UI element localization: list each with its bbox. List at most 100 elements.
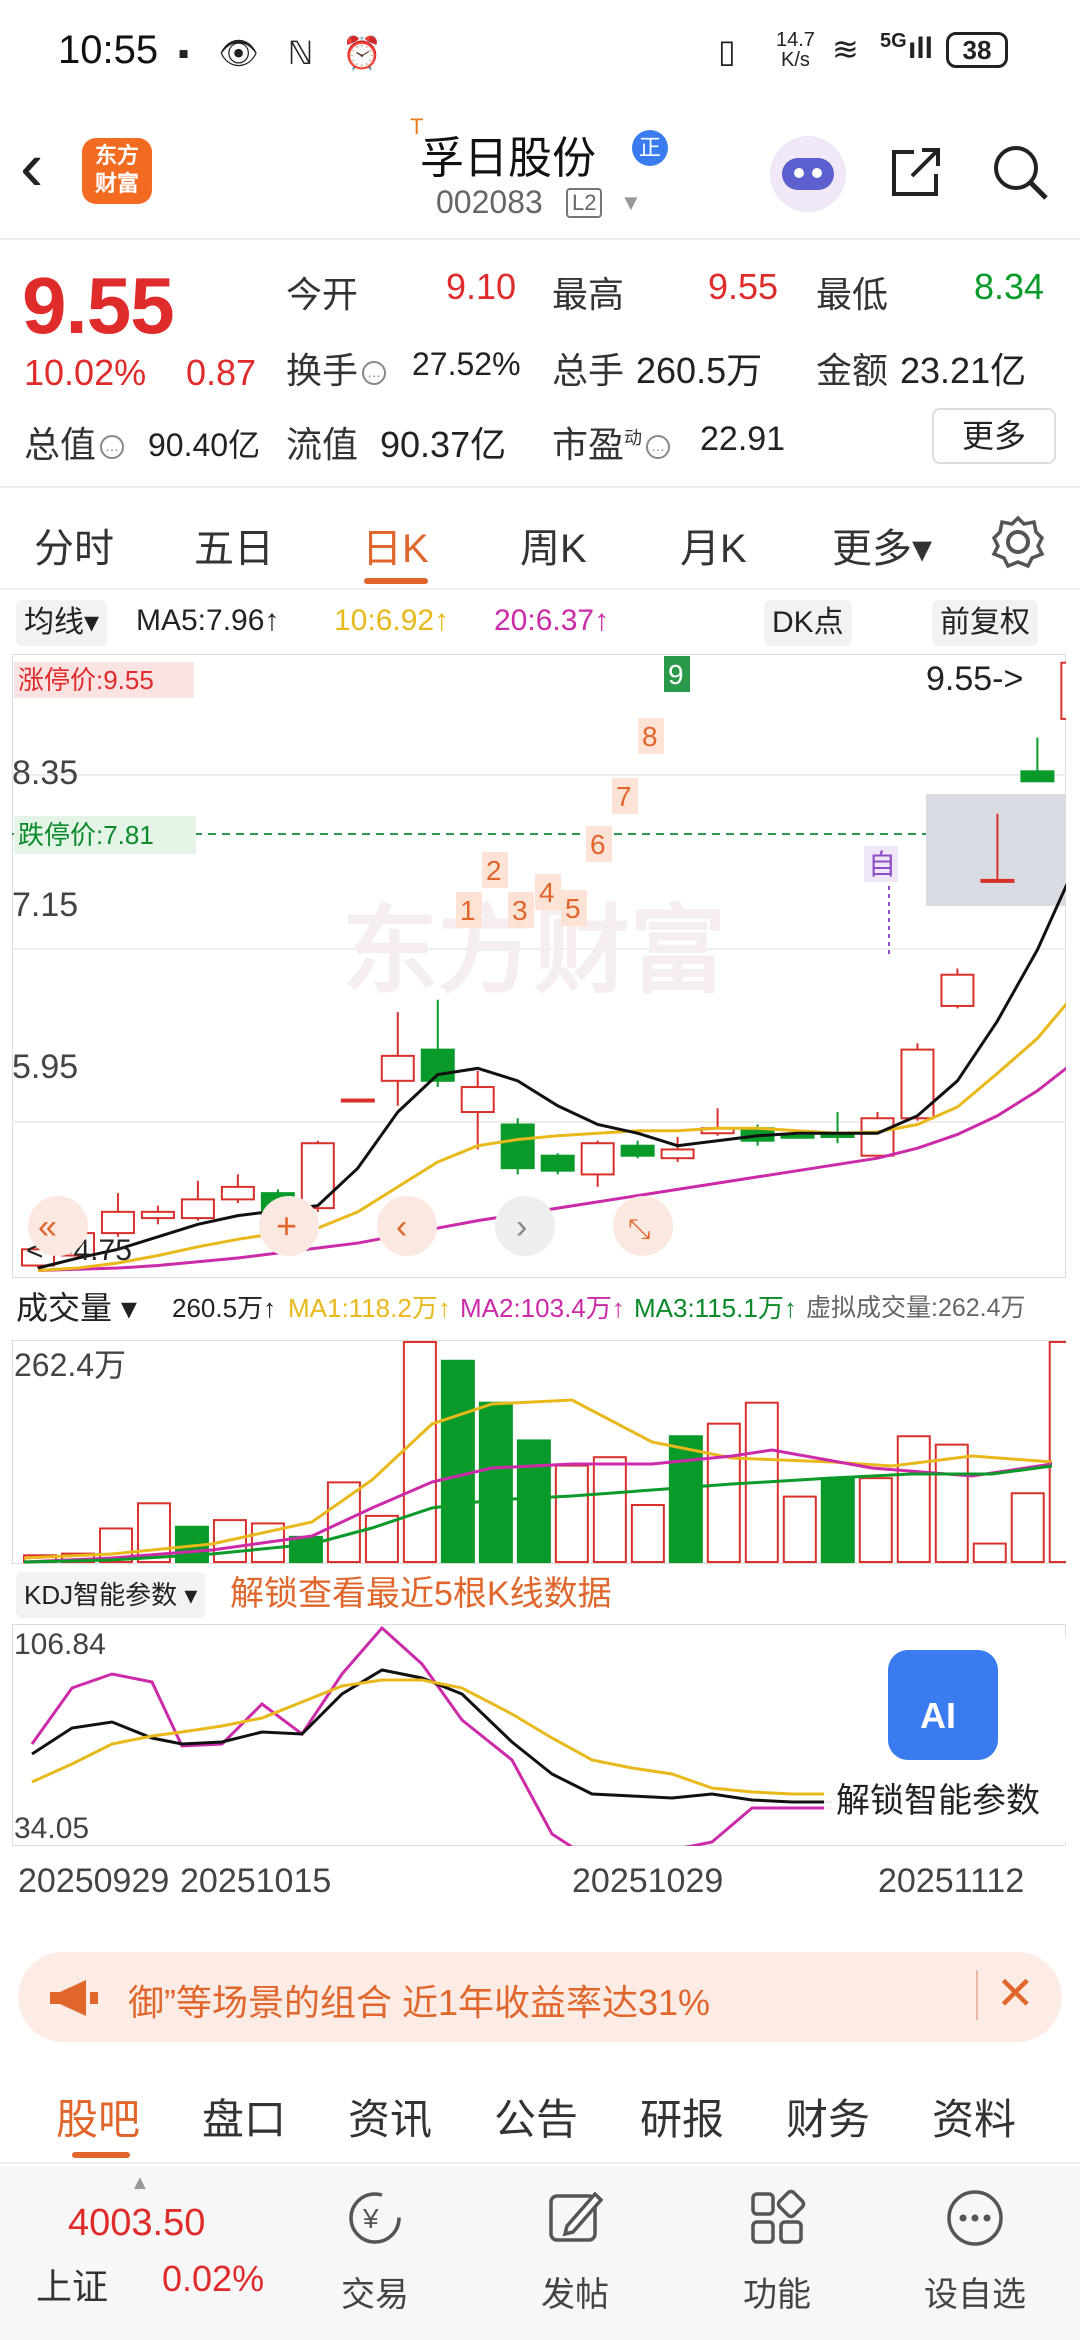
ai-unlock-label[interactable]: 解锁智能参数 [836,1782,1040,1820]
gear-icon[interactable] [990,514,1046,570]
candle [860,1112,895,1159]
nav-functions[interactable]: 功能 [712,2166,842,2340]
candle-body [980,878,1015,883]
sequence-marker: 2 [482,852,508,888]
candle [500,1118,535,1175]
tab-daily-k[interactable]: 日K [362,516,429,574]
candle-body [660,1148,695,1160]
candle [340,1098,375,1103]
rewind-icon[interactable] [28,1196,88,1256]
vol-ma1: MA1:118.2万↑ [288,1293,451,1323]
wifi-icon: ≋ [832,31,859,67]
tab-more[interactable]: 更多▾ [832,516,932,574]
candle [780,1134,815,1139]
kdj-unlock-link[interactable]: 解锁查看最近5根K线数据 [230,1568,612,1620]
candle-body [940,973,975,1007]
volume-chart[interactable]: 262.4万 [12,1340,1066,1564]
tab-intraday[interactable]: 分时 [34,516,114,574]
kdj-indicator-row: KDJ智能参数 ▾ 解锁查看最近5根K线数据 [0,1568,1080,1620]
banner-text: 御”等场景的组合 近1年收益率达31% [128,1982,711,2023]
volume-select[interactable]: 成交量 ▾ [16,1282,137,1334]
level2-badge[interactable]: L2 [566,188,603,218]
more-button[interactable]: 更多 [932,408,1056,464]
tab-five-day[interactable]: 五日 [194,516,274,574]
tab-finance[interactable]: 财务 [786,2086,870,2147]
volume-label: 总手 [552,350,625,391]
index-value[interactable]: 4003.50 [68,2202,205,2245]
low-value: 8.34 [974,266,1045,307]
chevron-down-icon[interactable]: ▼ [620,190,642,216]
turnover-label: 换手… [286,342,387,394]
robot-eye-right [812,168,822,178]
chevron-up-icon[interactable]: ▲ [130,2172,150,2195]
dk-point-button[interactable]: DK点 [764,600,852,646]
nav-trade[interactable]: ¥ 交易 [310,2166,440,2340]
clock: 10:55 [58,28,159,72]
sequence-marker: 6 [586,826,612,862]
rewind-glyph: « [38,1208,57,1246]
nav-post[interactable]: 发帖 [510,2166,640,2340]
volume-bar [782,1495,817,1563]
volume-bar [592,1456,627,1563]
kdj-select[interactable]: KDJ智能参数 ▾ [16,1572,206,1618]
adjust-button[interactable]: 前复权 [932,600,1038,646]
pe-label: 市盈动… [552,416,671,468]
index-name: 上证 [36,2266,109,2307]
pe-label-text: 市盈 [552,424,625,465]
pe-value: 22.91 [700,420,786,458]
tab-announcements[interactable]: 公告 [494,2086,578,2147]
grid-icon [751,2189,806,2244]
ma-indicator-row: 均线▾ MA5:7.96↑ 10:6.92↑ 20:6.37↑ DK点 前复权 [0,596,1080,652]
status-icons: ▪ 👁 ℕ ⏰ [178,35,393,71]
amount-label: 金额 [816,350,889,391]
limit-down-label: 跌停价:7.81 [18,820,154,850]
promo-banner[interactable]: 御”等场景的组合 近1年收益率达31% ✕ [18,1952,1062,2042]
bottom-nav: ▲ 4003.50 上证 0.02% ¥ 交易 发帖 功能 设自选 [0,2166,1080,2340]
stock-name[interactable]: 孚日股份 [420,122,596,186]
sequence-marker: 5 [561,890,587,926]
volume-bar [554,1464,589,1563]
tab-research[interactable]: 研报 [640,2086,724,2147]
candle-body [380,1054,415,1082]
candle-body [500,1123,535,1170]
ma-select[interactable]: 均线▾ [16,600,108,646]
volume-bar [934,1443,969,1563]
close-icon[interactable]: ✕ [996,1966,1035,2020]
info-icon[interactable]: … [100,435,125,459]
tab-pankou[interactable]: 盘口 [202,2086,286,2147]
tab-guba[interactable]: 股吧 [56,2086,140,2147]
vol-ma2: MA2:103.4万↑ [460,1293,625,1323]
back-icon[interactable]: ‹ [20,131,80,206]
sequence-marker-label: 5 [565,893,581,924]
share-icon[interactable] [884,140,948,204]
volume-indicator-row: 成交量 ▾ 260.5万↑ MA1:118.2万↑ MA2:103.4万↑ MA… [0,1282,1080,1334]
limit-up-label: 涨停价:9.55 [18,665,154,695]
info-icon[interactable]: … [362,361,387,385]
sequence-marker: 4 [535,874,561,910]
kdj-chart[interactable]: 106.84 34.05 AI 解锁智能参数 [12,1624,1066,1846]
stock-code[interactable]: 002083 [436,184,543,221]
tab-monthly-k[interactable]: 月K [680,516,747,574]
nav-add-watchlist[interactable]: 设自选 [910,2166,1040,2340]
robot-avatar-icon[interactable] [770,136,846,212]
right-glyph: › [516,1208,527,1246]
sequence-marker-label: 7 [616,781,632,812]
content-tabs: 股吧 盘口 资讯 公告 研报 财务 资料 [0,2066,1080,2164]
banner-divider [976,1970,978,2020]
mcap-value: 90.40亿 [148,427,261,463]
battery-icon: 38 [946,32,1008,68]
candle [900,1043,935,1121]
tab-profile[interactable]: 资料 [932,2086,1016,2147]
nav-post-label: 发帖 [541,2276,609,2314]
quote-panel: 9.55 10.02% 0.87 今开 9.10 最高 9.55 最低 8.34… [0,240,1080,488]
nav-functions-label: 功能 [743,2276,811,2314]
info-icon[interactable]: … [646,435,671,459]
last-price-tag: 9.55-> [926,660,1023,698]
verified-badge: 正 [632,130,668,166]
tab-weekly-k[interactable]: 周K [520,516,587,574]
tab-news[interactable]: 资讯 [348,2086,432,2147]
y-tick-label: 7.15 [12,886,78,924]
search-icon[interactable] [988,140,1052,204]
kline-chart[interactable]: 东方财富 涨停价:9.55 跌停价:7.81 8.35 7.15 5.95 <-… [12,654,1066,1278]
mcap-label-text: 总值 [24,424,97,465]
